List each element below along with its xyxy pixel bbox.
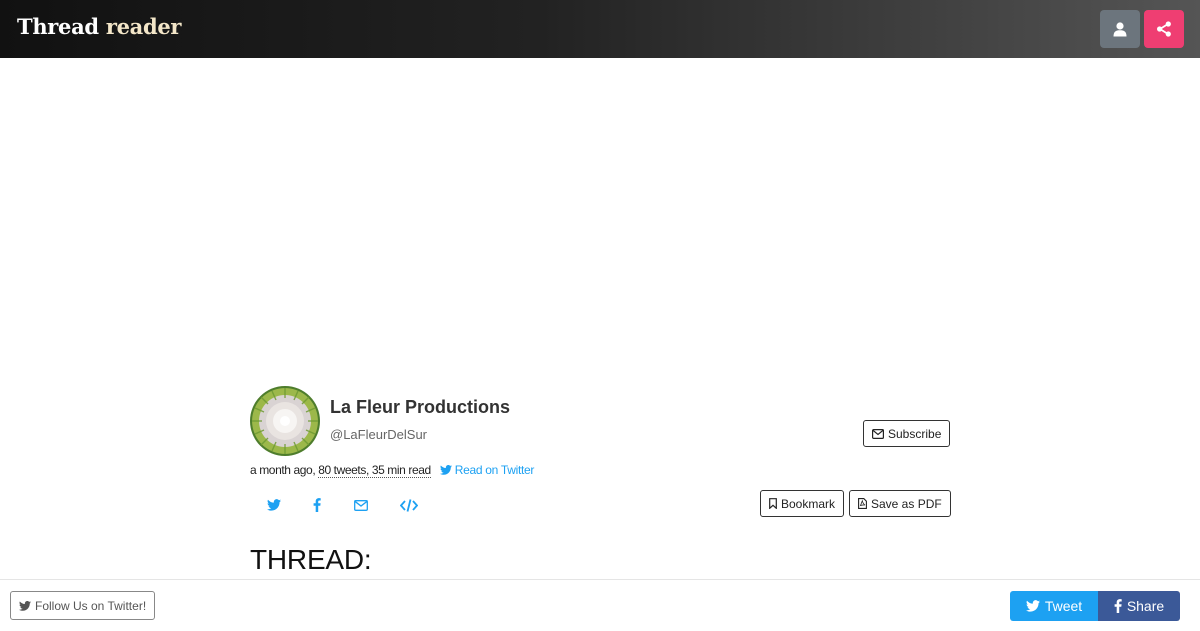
read-on-twitter-link[interactable]: Read on Twitter [439,463,535,477]
twitter-icon [267,499,281,511]
share-facebook-button[interactable] [306,494,328,516]
twitter-icon [1025,600,1040,612]
thread-stats[interactable]: 80 tweets, 35 min read [318,463,431,478]
follow-us-label: Follow Us on Twitter! [35,598,147,613]
tweet-label: Tweet [1044,598,1083,614]
user-icon [1113,21,1127,37]
facebook-share-button[interactable]: Share [1098,591,1180,621]
read-on-twitter-label: Read on Twitter [454,463,535,477]
bookmark-label: Bookmark [781,496,836,511]
envelope-icon [872,428,884,439]
bottom-share-bar: Follow Us on Twitter! Tweet Share [0,579,1200,631]
share-twitter-button[interactable] [263,494,285,516]
user-menu-button[interactable] [1100,10,1140,48]
time-ago: a month ago, [250,463,316,477]
save-as-pdf-button[interactable]: Save as PDF [849,490,951,517]
twitter-bird-icon [439,465,452,475]
twitter-icon [19,600,31,611]
email-icon [354,499,368,511]
share-email-button[interactable] [350,494,372,516]
bookmark-icon [769,498,777,509]
save-as-pdf-label: Save as PDF [871,496,942,511]
brand-logo[interactable]: Thread reader [17,14,181,39]
brand-accent: reader [105,14,182,39]
brand-primary: Thread [17,14,99,39]
bookmark-button[interactable]: Bookmark [760,490,845,517]
embed-icon [400,498,418,512]
subscribe-button[interactable]: Subscribe [863,420,951,447]
pdf-file-icon [858,498,867,509]
subscribe-label: Subscribe [888,426,942,441]
facebook-share-label: Share [1126,598,1165,614]
author-name[interactable]: La Fleur Productions [330,397,510,418]
share-icon [1156,21,1172,37]
top-navbar: Thread reader [0,0,1200,58]
author-avatar[interactable] [250,386,320,456]
facebook-icon [1114,599,1122,613]
thread-heading: THREAD: [250,544,372,575]
share-embed-button[interactable] [398,494,420,516]
tweet-button[interactable]: Tweet [1010,591,1098,621]
share-menu-button[interactable] [1144,10,1184,48]
follow-us-button[interactable]: Follow Us on Twitter! [10,591,156,620]
thread-meta: a month ago, 80 tweets, 35 min read Read… [250,463,535,478]
facebook-icon [313,498,321,512]
author-handle[interactable]: @LaFleurDelSur [330,427,427,442]
